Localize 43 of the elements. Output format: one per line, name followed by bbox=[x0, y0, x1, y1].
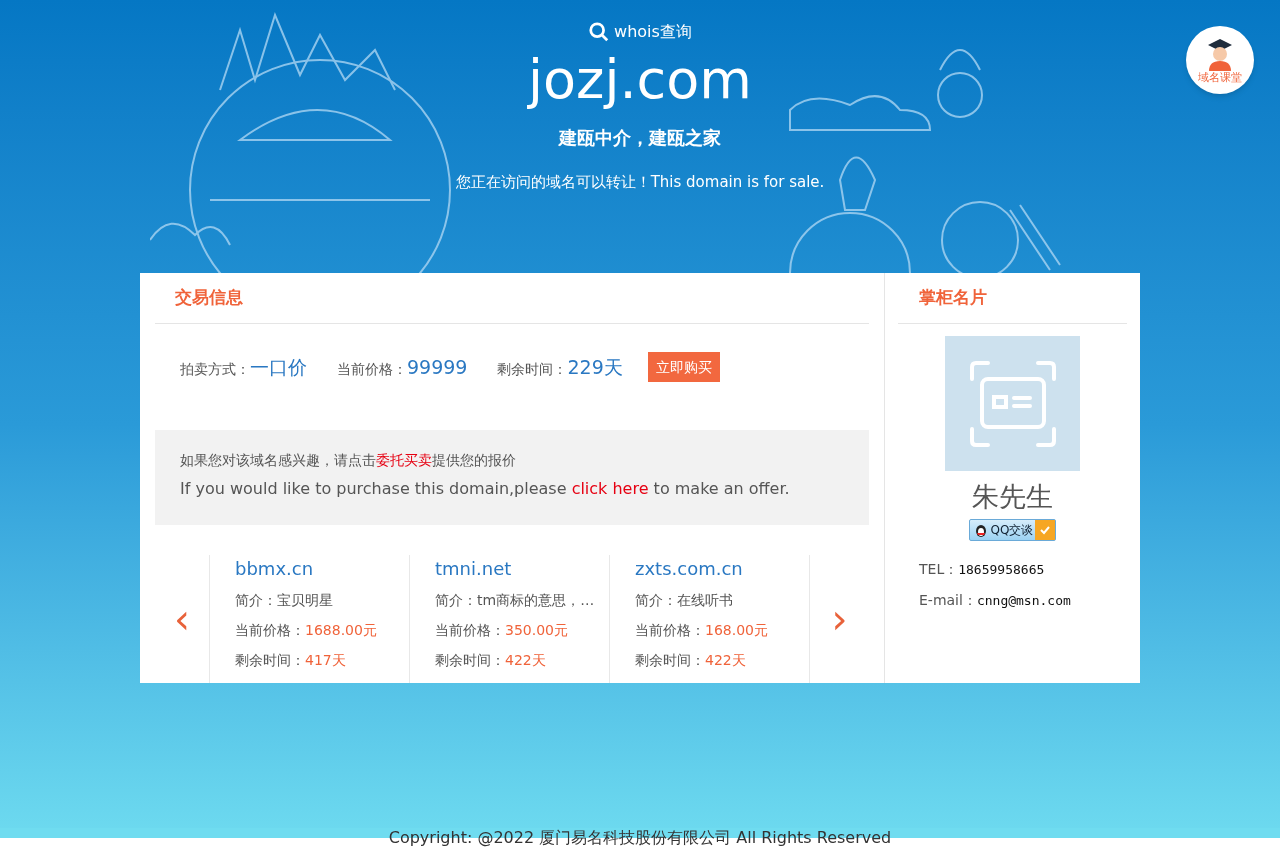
price-label: 当前价格： bbox=[635, 621, 705, 640]
time-value: 417天 bbox=[305, 651, 346, 670]
related-domain-link[interactable]: tmni.net bbox=[435, 557, 609, 581]
trade-field: 当前价格：99999 bbox=[337, 352, 468, 382]
intro-text: 简介：tm商标的意思，… bbox=[435, 591, 596, 610]
search-icon bbox=[588, 21, 611, 43]
section-title: 掌柜名片 bbox=[919, 286, 987, 310]
check-icon bbox=[1035, 520, 1056, 540]
intro-text: 简介：在线听书 bbox=[635, 591, 734, 610]
sale-notice: 您正在访问的域名可以转让！This domain is for sale. bbox=[455, 172, 825, 193]
price-value: 350.00元 bbox=[505, 621, 568, 640]
price-label: 当前价格： bbox=[235, 621, 305, 640]
time-label: 剩余时间： bbox=[435, 651, 505, 670]
time-value: 422天 bbox=[705, 651, 746, 670]
domain-title: jozj.com bbox=[528, 48, 752, 112]
time-label: 剩余时间： bbox=[635, 651, 705, 670]
time-label: 剩余时间： bbox=[235, 651, 305, 670]
offer-text-english: If you would like to purchase this domain,please click here to make an offer. bbox=[180, 478, 791, 500]
buy-now-button[interactable]: 立即购买 bbox=[647, 352, 720, 382]
intro-text: 简介：宝贝明星 bbox=[235, 591, 334, 610]
section-title: 交易信息 bbox=[175, 286, 243, 310]
footer-text: Copyright: @2022 厦门易名科技股份有限公司 All Rights Reserved bbox=[0, 828, 1280, 848]
qq-chat-button[interactable]: QQ交谈 bbox=[968, 519, 1057, 541]
offer-text-chinese: 如果您对该域名感兴趣，请点击委托买卖提供您的报价 bbox=[180, 451, 517, 470]
tel-value: 18659958665 bbox=[958, 561, 1045, 579]
time-value: 422天 bbox=[505, 651, 546, 670]
whois-link[interactable]: whois查询 bbox=[588, 20, 692, 44]
price-label: 当前价格： bbox=[435, 621, 505, 640]
related-domain-link[interactable]: bbmx.cn bbox=[235, 557, 409, 581]
tel-label: TEL： bbox=[919, 560, 959, 579]
entrust-link[interactable]: 委托买卖 bbox=[376, 452, 432, 468]
slogan: 建瓯中介，建瓯之家 bbox=[559, 126, 721, 150]
course-badge[interactable]: 域名课堂 bbox=[1186, 26, 1254, 94]
trade-field: 拍卖方式：一口价 bbox=[180, 352, 307, 382]
email-label: E-mail： bbox=[919, 591, 977, 610]
email-value: cnng@msn.com bbox=[976, 592, 1071, 610]
id-card-icon bbox=[969, 360, 1056, 447]
price-value: 168.00元 bbox=[705, 621, 768, 640]
trade-field: 剩余时间：229天 bbox=[497, 352, 623, 382]
click-here-link[interactable]: click here bbox=[571, 479, 649, 498]
related-domain-link[interactable]: zxts.com.cn bbox=[635, 557, 809, 581]
owner-name: 朱先生 bbox=[972, 480, 1053, 514]
price-value: 1688.00元 bbox=[305, 621, 377, 640]
